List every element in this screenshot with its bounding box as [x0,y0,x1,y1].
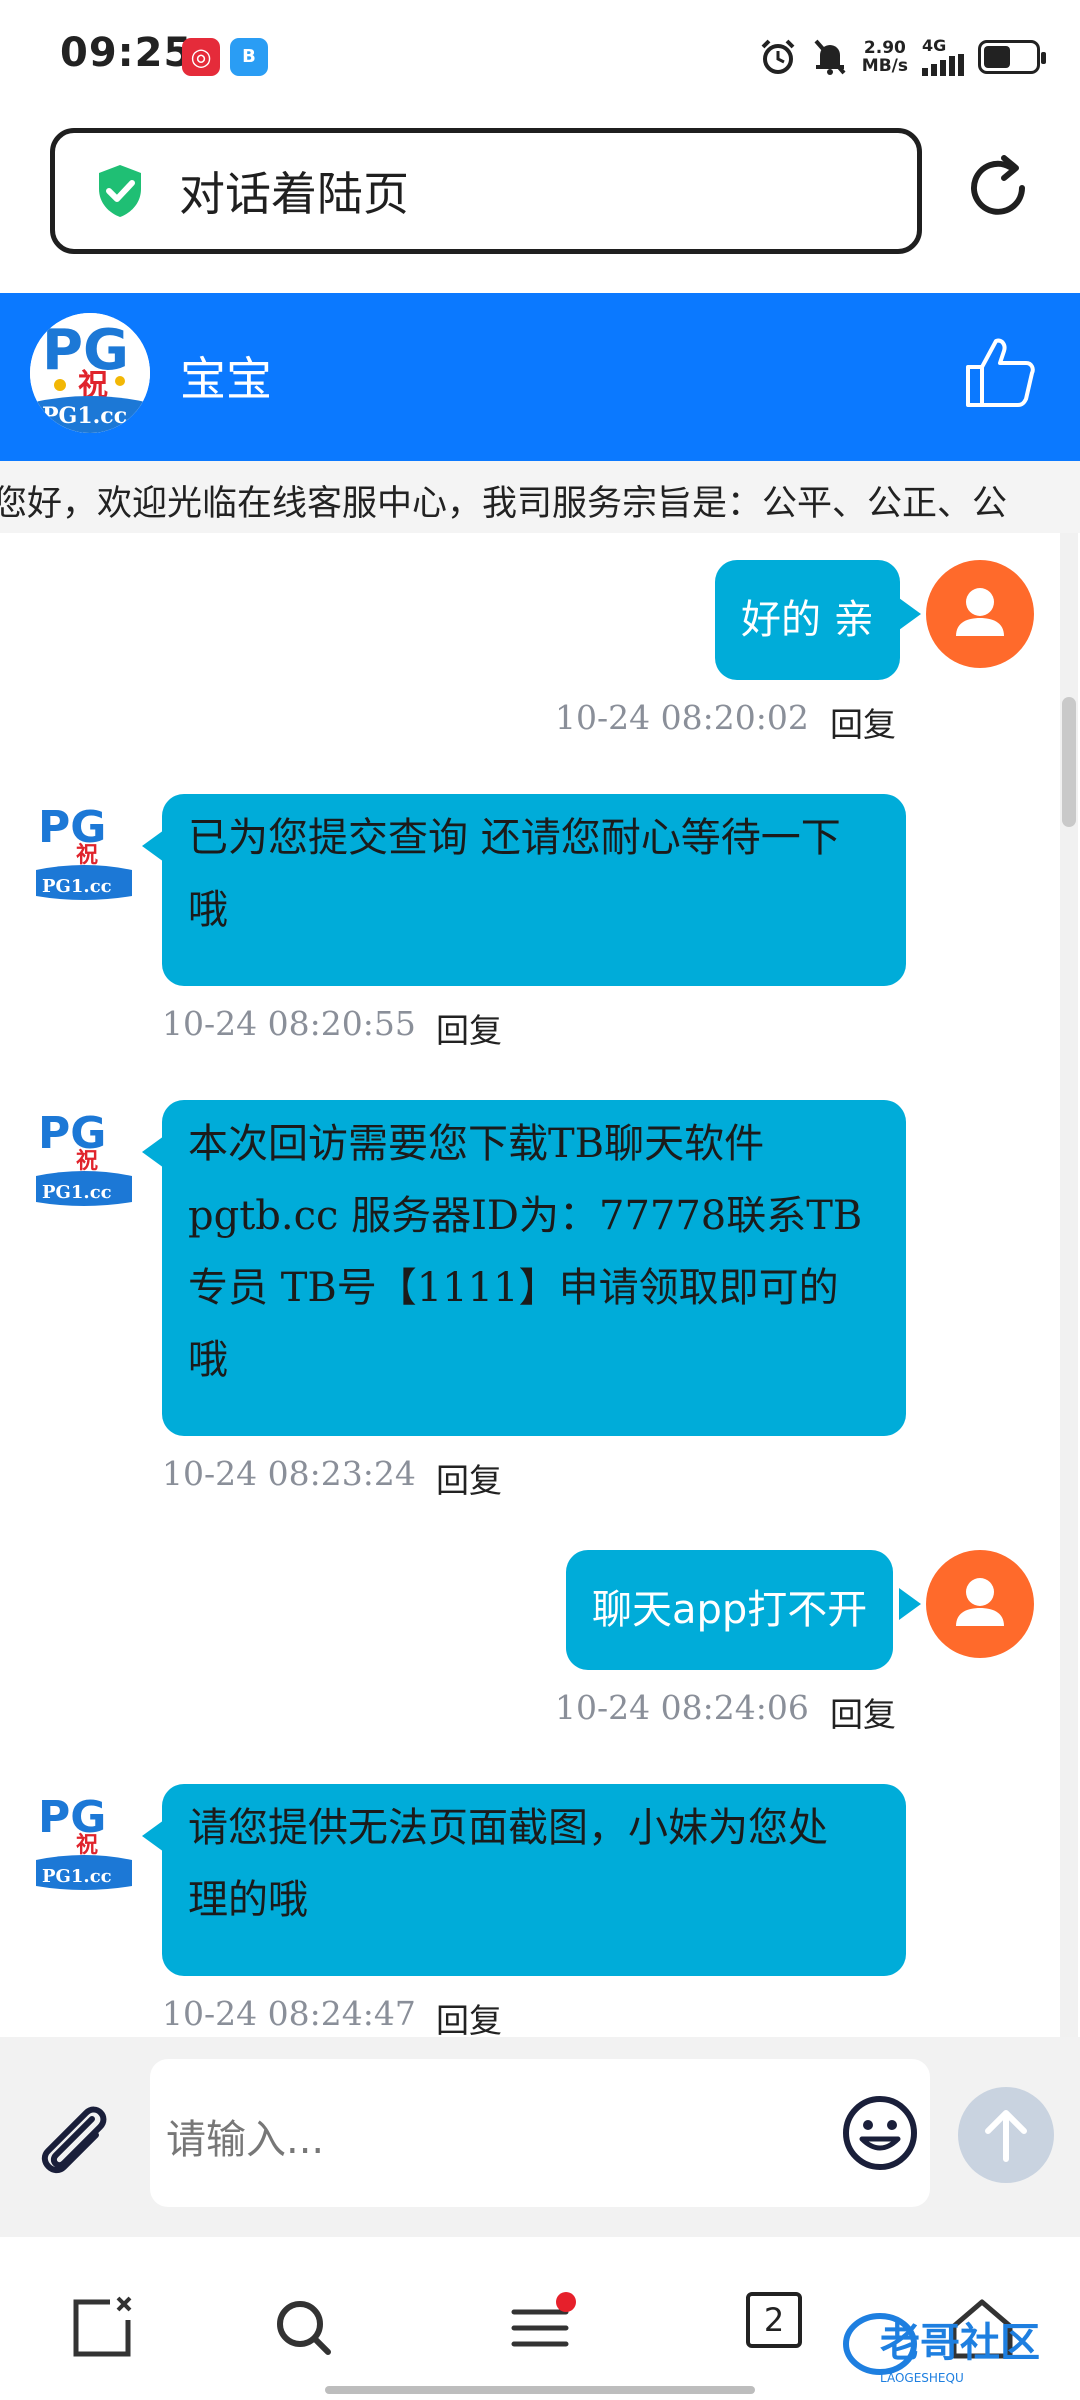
agent-avatar: PG 祝 PG1.cc [30,313,150,433]
message-input-bar: 请输入... [0,2037,1080,2237]
agent-name: 宝宝 [180,352,272,406]
alarm-icon [761,39,795,74]
message-line: 专员 TB号【1111】申请领取即可的 [188,1265,839,1311]
page-title: 对话着陆页 [179,167,409,221]
search-icon[interactable] [268,2292,340,2364]
reload-icon[interactable] [962,152,1034,224]
watermark-logo: 老哥社区 LAOGESHEQU [843,2313,1040,2385]
reply-button[interactable]: 回复 [436,1004,502,1052]
message-timestamp: 10-24 08:20:02 [555,698,809,737]
agent-avatar-small: PG 祝 PG1.cc [36,1108,132,1206]
scrollbar-thumb[interactable] [1062,697,1076,827]
signal-indicator: 4G [922,38,964,76]
message-timestamp: 10-24 08:23:24 [162,1454,416,1493]
agent-message-bubble: 请您提供无法页面截图，小妹为您处 理的哦 [162,1784,906,1976]
agent-avatar-small: PG 祝 PG1.cc [36,1792,132,1890]
message-timestamp: 10-24 08:20:55 [162,1004,416,1043]
input-placeholder: 请输入... [166,2117,325,2163]
status-indicators: 2.90 MB/s 4G [758,32,1046,82]
message-line: 请您提供无法页面截图，小妹为您处 [188,1805,828,1851]
signal-icon [922,54,964,76]
message-input[interactable]: 请输入... [150,2059,930,2207]
status-bar: 09:25 ◎ B 2.90 MB/s 4G [0,0,1080,115]
bubble-tail [142,830,164,862]
message-timestamp: 10-24 08:24:47 [162,1994,416,2033]
svg-text:PG1.cc: PG1.cc [42,876,112,897]
bubble-tail [899,1588,921,1620]
bubble-tail [899,598,921,630]
user-message-bubble: 聊天app打不开 [566,1550,894,1670]
new-window-icon[interactable] [66,2292,138,2364]
svg-text:祝: 祝 [76,1149,98,1174]
user-avatar [926,1550,1034,1658]
address-bar[interactable]: 对话着陆页 [50,128,922,254]
menu-icon[interactable] [504,2292,576,2364]
svg-text:老哥社区: 老哥社区 [880,2320,1040,2366]
svg-text:PG1.cc: PG1.cc [42,1182,112,1203]
reply-button[interactable]: 回复 [830,698,896,746]
paperclip-icon[interactable] [30,2097,120,2187]
user-avatar [926,560,1034,668]
battery-icon [978,40,1046,74]
message-line: 理的哦 [188,1877,308,1923]
bell-muted-icon [814,39,846,75]
svg-text:祝: 祝 [76,843,98,868]
arrow-up-icon [985,2110,1027,2162]
message-line: pgtb.cc 服务器ID为：77778联系TB [188,1193,863,1239]
svg-text:LAOGESHEQU: LAOGESHEQU [880,2371,964,2385]
person-icon [956,1578,1004,1626]
send-button[interactable] [958,2087,1054,2183]
message-line: 哦 [188,887,228,933]
agent-message-bubble: 已为您提交查询 还请您耐心等待一下 哦 [162,794,906,986]
home-gesture-bar [325,2386,755,2394]
emoji-icon[interactable] [840,2093,920,2173]
status-time: 09:25 [60,30,193,76]
thumbs-up-icon[interactable] [960,333,1040,413]
welcome-marquee: 您好，欢迎光临在线客服中心，我司服务宗旨是：公平、公正、公 [0,461,1080,533]
message-text: 聊天app打不开 [592,1587,868,1633]
svg-text:PG1.cc: PG1.cc [42,403,127,429]
agent-message-bubble: 本次回访需要您下载TB聊天软件 pgtb.cc 服务器ID为：77778联系TB… [162,1100,906,1436]
svg-text:PG1.cc: PG1.cc [42,1866,112,1887]
message-line: 本次回访需要您下载TB聊天软件 [188,1121,765,1167]
reply-button[interactable]: 回复 [436,1994,502,2042]
message-line: 已为您提交查询 还请您耐心等待一下 [188,815,841,861]
person-icon [956,588,1004,636]
message-line: 哦 [188,1337,228,1383]
message-text: 好的 亲 [741,597,874,643]
app-notification-icon: ◎ [182,38,220,76]
app-notification-icon-2: B [230,38,268,76]
tabs-button[interactable]: 2 [746,2292,802,2348]
agent-avatar-small: PG 祝 PG1.cc [36,802,132,900]
tabs-count: 2 [763,2301,785,2339]
shield-check-icon [99,165,141,217]
bubble-tail [142,1136,164,1168]
message-timestamp: 10-24 08:24:06 [555,1688,809,1727]
net-speed: 2.90 MB/s [861,38,908,76]
marquee-text: 您好，欢迎光临在线客服中心，我司服务宗旨是：公平、公正、公 [0,484,1008,524]
svg-text:祝: 祝 [76,1833,98,1858]
reply-button[interactable]: 回复 [436,1454,502,1502]
bubble-tail [142,1820,164,1852]
reply-button[interactable]: 回复 [830,1688,896,1736]
chat-header: PG 祝 PG1.cc 宝宝 [0,293,1080,461]
user-message-bubble: 好的 亲 [715,560,900,680]
